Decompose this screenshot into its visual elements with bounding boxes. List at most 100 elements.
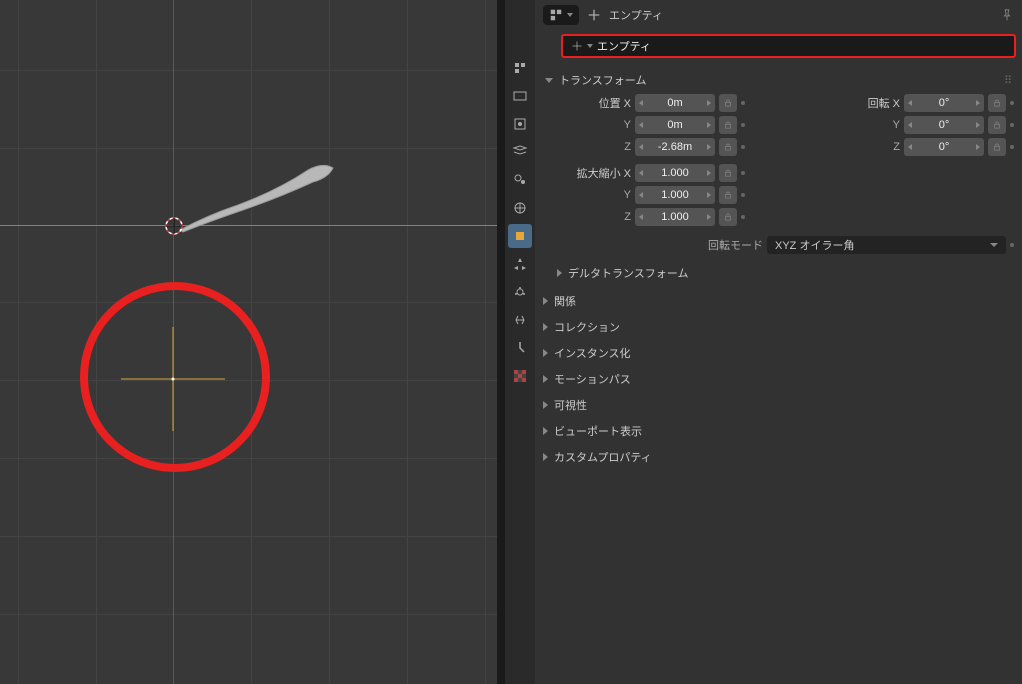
instancing-header[interactable]: インスタンス化: [535, 340, 1022, 366]
relations-header[interactable]: 関係: [535, 288, 1022, 314]
mesh-object[interactable]: [178, 160, 338, 240]
rotation-x[interactable]: 0°: [904, 94, 984, 112]
axis-label: Y: [543, 119, 631, 131]
disclosure-triangle: [543, 453, 548, 461]
area-splitter[interactable]: [497, 0, 505, 684]
transform-section: トランスフォーム ⠿ 位置 X 0m 回転 X 0° Y 0m Y 0°: [535, 66, 1022, 288]
rotation-mode-select[interactable]: XYZ オイラー角: [767, 236, 1006, 254]
tab-viewlayer[interactable]: [508, 140, 532, 164]
motion-path-header[interactable]: モーションパス: [535, 366, 1022, 392]
object-name-field[interactable]: [565, 38, 1012, 54]
disclosure-triangle: [543, 427, 548, 435]
tab-object[interactable]: [508, 224, 532, 248]
visibility-header[interactable]: 可視性: [535, 392, 1022, 418]
editor-type-dropdown[interactable]: [543, 5, 579, 25]
lock-icon[interactable]: [719, 94, 737, 112]
section-title: デルタトランスフォーム: [568, 265, 688, 281]
section-title: カスタムプロパティ: [554, 449, 652, 465]
location-y[interactable]: 0m: [635, 116, 715, 134]
properties-panel: エンプティ トランスフォーム ⠿ 位置 X 0m 回転 X 0°: [535, 0, 1022, 684]
disclosure-triangle: [543, 401, 548, 409]
section-title: ビューポート表示: [554, 423, 642, 439]
lock-icon[interactable]: [988, 138, 1006, 156]
viewport-display-header[interactable]: ビューポート表示: [535, 418, 1022, 444]
properties-icon: [549, 8, 563, 22]
scale-y[interactable]: 1.000: [635, 186, 715, 204]
grid-line: [0, 536, 497, 537]
animate-dot[interactable]: [1010, 123, 1014, 127]
empty-icon: [587, 8, 601, 22]
location-label: 位置 X: [543, 95, 631, 111]
tab-world[interactable]: [508, 196, 532, 220]
rotation-label: 回転 X: [812, 95, 900, 111]
tab-data[interactable]: [508, 336, 532, 360]
rotation-y[interactable]: 0°: [904, 116, 984, 134]
lock-icon[interactable]: [719, 164, 737, 182]
tab-tool[interactable]: [508, 56, 532, 80]
animate-dot[interactable]: [1010, 101, 1014, 105]
section-title: モーションパス: [554, 371, 631, 387]
lock-icon[interactable]: [988, 94, 1006, 112]
grid-line: [0, 70, 497, 71]
location-x[interactable]: 0m: [635, 94, 715, 112]
chevron-down-icon: [587, 44, 593, 48]
lock-icon[interactable]: [988, 116, 1006, 134]
section-title: トランスフォーム: [559, 72, 646, 88]
animate-dot[interactable]: [1010, 243, 1014, 247]
animate-dot[interactable]: [741, 171, 745, 175]
rotation-z[interactable]: 0°: [904, 138, 984, 156]
lock-icon[interactable]: [719, 116, 737, 134]
axis-label: Z: [543, 141, 631, 153]
properties-header: エンプティ: [535, 0, 1022, 30]
object-name-input[interactable]: [597, 40, 1006, 52]
breadcrumb: エンプティ: [609, 7, 663, 23]
transform-header[interactable]: トランスフォーム ⠿: [543, 68, 1014, 92]
section-title: インスタンス化: [554, 345, 631, 361]
scale-x[interactable]: 1.000: [635, 164, 715, 182]
animate-dot[interactable]: [741, 101, 745, 105]
axis-label: Z: [543, 211, 631, 223]
cursor-3d: [164, 216, 184, 236]
disclosure-triangle: [543, 297, 548, 305]
animate-dot[interactable]: [741, 145, 745, 149]
animate-dot[interactable]: [1010, 145, 1014, 149]
collection-header[interactable]: コレクション: [535, 314, 1022, 340]
chevron-down-icon: [567, 13, 573, 17]
object-name-highlight: [561, 34, 1016, 58]
section-title: コレクション: [554, 319, 620, 335]
properties-area: エンプティ トランスフォーム ⠿ 位置 X 0m 回転 X 0°: [505, 0, 1022, 684]
lock-icon[interactable]: [719, 186, 737, 204]
lock-icon[interactable]: [719, 138, 737, 156]
animate-dot[interactable]: [741, 123, 745, 127]
grid-line: [0, 148, 497, 149]
disclosure-triangle: [543, 375, 548, 383]
rotation-mode-label: 回転モード: [543, 237, 763, 253]
tab-scene[interactable]: [508, 168, 532, 192]
viewport-3d[interactable]: [0, 0, 497, 684]
location-z[interactable]: -2.68m: [635, 138, 715, 156]
tab-output[interactable]: [508, 112, 532, 136]
custom-properties-header[interactable]: カスタムプロパティ: [535, 444, 1022, 470]
tab-texture[interactable]: [508, 364, 532, 388]
section-title: 可視性: [554, 397, 587, 413]
annotation-circle: [80, 282, 270, 472]
pin-icon[interactable]: [1000, 8, 1014, 22]
axis-label: Y: [812, 119, 900, 131]
lock-icon[interactable]: [719, 208, 737, 226]
animate-dot[interactable]: [741, 215, 745, 219]
tab-render[interactable]: [508, 84, 532, 108]
empty-icon: [571, 40, 583, 52]
grid-line: [0, 302, 497, 303]
disclosure-triangle: [557, 269, 562, 277]
axis-label: Y: [543, 189, 631, 201]
tab-modifier[interactable]: [508, 252, 532, 276]
tab-constraint[interactable]: [508, 308, 532, 332]
delta-transform-header[interactable]: デルタトランスフォーム: [543, 260, 1014, 286]
panel-menu-icon[interactable]: ⠿: [1004, 74, 1012, 87]
properties-tabs: [505, 0, 535, 684]
grid-line: [329, 0, 330, 684]
tab-physics[interactable]: [508, 280, 532, 304]
scale-z[interactable]: 1.000: [635, 208, 715, 226]
animate-dot[interactable]: [741, 193, 745, 197]
grid-line: [0, 458, 497, 459]
